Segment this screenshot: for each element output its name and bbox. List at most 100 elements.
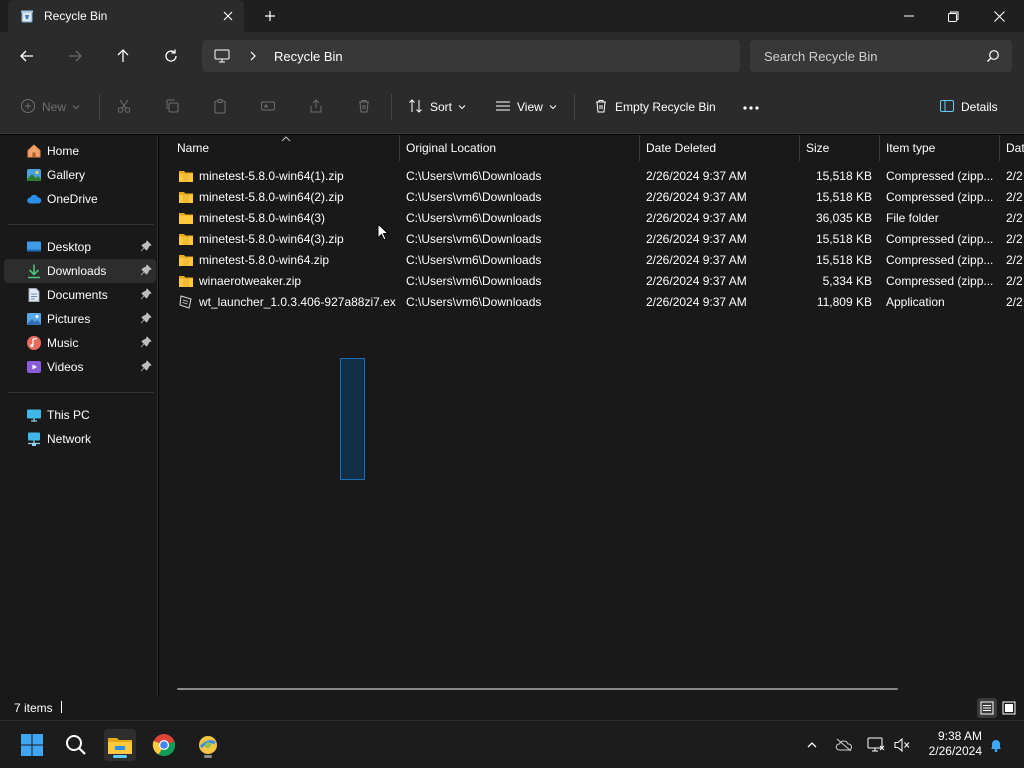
column-header-date-deleted[interactable]: Date Deleted (640, 135, 800, 161)
search-placeholder: Search Recycle Bin (764, 49, 878, 64)
cell-name[interactable]: minetest-5.8.0-win64(3) (178, 211, 396, 225)
cloud-icon (26, 191, 42, 207)
sidebar-item-onedrive[interactable]: OneDrive (4, 187, 156, 211)
column-header-original-location[interactable]: Original Location (400, 135, 640, 161)
cell-name[interactable]: winaerotweaker.zip (178, 274, 396, 288)
table-row[interactable]: winaerotweaker.zip C:\Users\vm6\Downloads… (159, 271, 1024, 292)
breadcrumb[interactable]: Recycle Bin (274, 49, 343, 64)
zip-folder-icon (178, 232, 194, 246)
file-name: winaerotweaker.zip (199, 274, 302, 288)
folder-icon (178, 211, 194, 225)
column-header-item-type[interactable]: Item type (880, 135, 1000, 161)
search-icon[interactable] (986, 49, 1000, 66)
share-button[interactable] (308, 97, 324, 117)
pin-icon[interactable] (140, 336, 152, 351)
sidebar-item-this-pc[interactable]: This PC (4, 403, 156, 427)
minimize-icon[interactable] (886, 0, 932, 32)
sidebar-item-music[interactable]: Music (4, 331, 156, 355)
cell-original-location: C:\Users\vm6\Downloads (406, 169, 542, 183)
details-pane-button[interactable]: Details (939, 97, 998, 117)
table-row[interactable]: minetest-5.8.0-win64.zip C:\Users\vm6\Dow… (159, 250, 1024, 271)
cell-name[interactable]: minetest-5.8.0-win64(2).zip (178, 190, 396, 204)
paste-button[interactable] (212, 97, 228, 117)
delete-button[interactable] (356, 97, 372, 117)
sidebar-item-documents[interactable]: Documents (4, 283, 156, 307)
address-bar[interactable]: Recycle Bin (202, 40, 740, 72)
tab-recycle-bin[interactable]: Recycle Bin (8, 0, 244, 32)
rename-button[interactable] (260, 97, 276, 117)
cell-size: 36,035 KB (815, 211, 872, 225)
windows-start-icon[interactable] (16, 729, 48, 761)
column-header-date-modified[interactable]: Dat (1000, 135, 1024, 161)
copy-button[interactable] (164, 97, 180, 117)
sidebar-item-gallery[interactable]: Gallery (4, 163, 156, 187)
view-button[interactable]: View (495, 97, 557, 117)
close-tab-icon[interactable] (218, 6, 238, 26)
cell-name[interactable]: minetest-5.8.0-win64(3).zip (178, 232, 396, 246)
chevron-right-icon[interactable] (248, 49, 258, 66)
details-pane-label: Details (961, 100, 998, 114)
back-arrow-icon[interactable] (15, 44, 39, 68)
empty-recycle-bin-button[interactable]: Empty Recycle Bin (593, 97, 716, 117)
scissors-icon (116, 98, 132, 117)
sidebar-item-home[interactable]: Home (4, 139, 156, 163)
notification-bell-icon[interactable] (986, 735, 1006, 755)
chevron-up-icon[interactable] (802, 735, 822, 755)
pin-icon[interactable] (140, 264, 152, 279)
cell-name[interactable]: minetest-5.8.0-win64(1).zip (178, 169, 396, 183)
forward-arrow-icon[interactable] (63, 44, 87, 68)
volume-muted-icon[interactable] (892, 735, 912, 755)
table-row[interactable]: minetest-5.8.0-win64(1).zip C:\Users\vm6\… (159, 166, 1024, 187)
new-button[interactable]: New (20, 97, 80, 117)
column-header-size[interactable]: Size (800, 135, 880, 161)
pin-icon[interactable] (140, 360, 152, 375)
share-icon (308, 98, 324, 117)
tiles-view-icon[interactable] (999, 698, 1019, 718)
sidebar-item-desktop[interactable]: Desktop (4, 235, 156, 259)
cell-item-type: Application (886, 295, 945, 309)
pin-icon[interactable] (140, 288, 152, 303)
winaero-tweaker-icon[interactable] (192, 729, 224, 761)
sidebar-item-pictures[interactable]: Pictures (4, 307, 156, 331)
more-icon (742, 100, 760, 114)
up-arrow-icon[interactable] (111, 44, 135, 68)
close-window-icon[interactable] (976, 0, 1022, 32)
cell-date-deleted: 2/26/2024 9:37 AM (646, 232, 747, 246)
table-row[interactable]: wt_launcher_1.0.3.406-927a88zi7.exe C:\Us… (159, 292, 1024, 313)
table-row[interactable]: minetest-5.8.0-win64(3) C:\Users\vm6\Down… (159, 208, 1024, 229)
system-clock[interactable]: 9:38 AM 2/26/2024 (918, 729, 982, 759)
horizontal-scrollbar[interactable] (177, 688, 898, 690)
search-input[interactable]: Search Recycle Bin (750, 40, 1012, 72)
file-explorer-icon[interactable] (104, 729, 136, 761)
network-monitor-icon[interactable] (866, 735, 886, 755)
sort-button[interactable]: Sort (408, 97, 466, 117)
cell-date-modified: 2/2 (1006, 190, 1023, 204)
cell-name[interactable]: wt_launcher_1.0.3.406-927a88zi7.exe (178, 295, 396, 309)
onedrive-offline-icon[interactable] (834, 735, 854, 755)
details-view-icon[interactable] (977, 698, 997, 718)
cell-original-location: C:\Users\vm6\Downloads (406, 295, 542, 309)
cell-size: 15,518 KB (815, 253, 872, 267)
table-row[interactable]: minetest-5.8.0-win64(3).zip C:\Users\vm6\… (159, 229, 1024, 250)
pin-icon[interactable] (140, 240, 152, 255)
cut-button[interactable] (116, 97, 132, 117)
restore-icon[interactable] (930, 0, 976, 32)
sidebar-item-downloads[interactable]: Downloads (4, 259, 156, 283)
recycle-bin-icon (20, 9, 34, 23)
table-row[interactable]: minetest-5.8.0-win64(2).zip C:\Users\vm6\… (159, 187, 1024, 208)
cell-date-modified: 2/2 (1006, 169, 1023, 183)
desktop-icon (26, 239, 42, 255)
sidebar-item-network[interactable]: Network (4, 427, 156, 451)
command-separator (391, 94, 392, 120)
pin-icon[interactable] (140, 312, 152, 327)
search-icon[interactable] (60, 729, 92, 761)
refresh-icon[interactable] (159, 44, 183, 68)
new-tab-icon[interactable] (258, 6, 282, 26)
more-options-button[interactable] (742, 97, 760, 117)
cell-original-location: C:\Users\vm6\Downloads (406, 253, 542, 267)
sidebar-item-videos[interactable]: Videos (4, 355, 156, 379)
cell-date-deleted: 2/26/2024 9:37 AM (646, 190, 747, 204)
column-header-name[interactable]: Name (171, 135, 400, 161)
chrome-icon[interactable] (148, 729, 180, 761)
cell-name[interactable]: minetest-5.8.0-win64.zip (178, 253, 396, 267)
